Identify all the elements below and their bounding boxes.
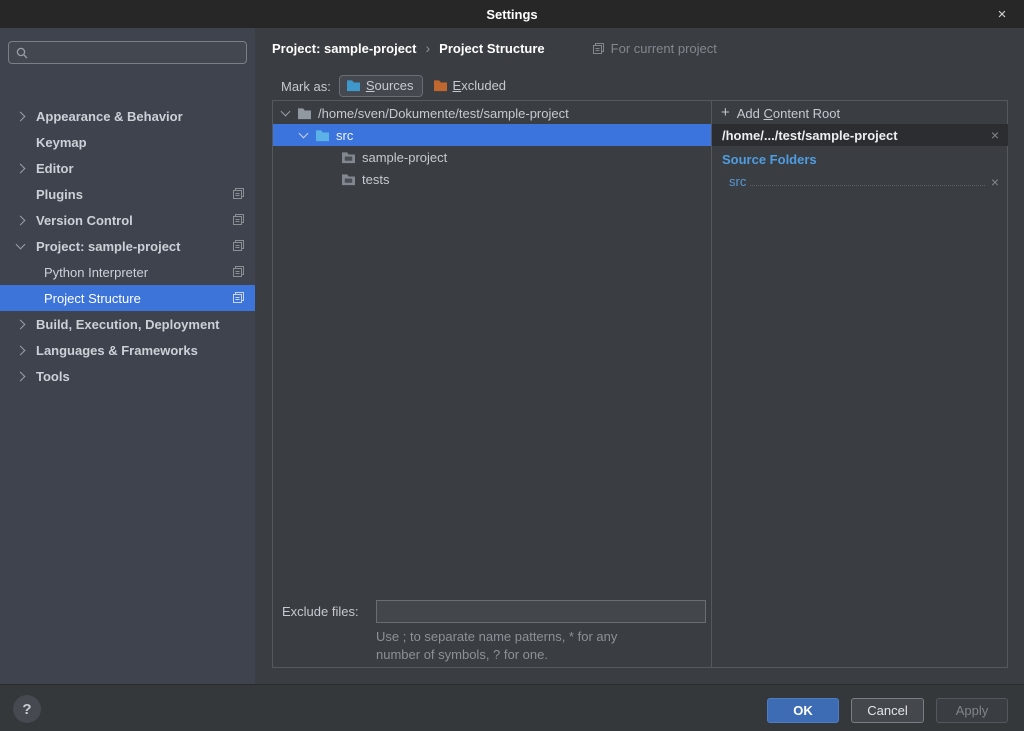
dotted-leader — [750, 185, 984, 186]
chevron-right-icon — [15, 111, 25, 121]
chevron-right-icon — [15, 319, 25, 329]
sidebar-item-appearance-behavior[interactable]: Appearance & Behavior — [0, 103, 255, 129]
breadcrumb-separator: › — [426, 40, 431, 56]
settings-search[interactable] — [8, 41, 247, 64]
project-scope-icon — [232, 187, 245, 203]
titlebar: Settings × — [0, 0, 1024, 28]
sidebar-item-editor[interactable]: Editor — [0, 155, 255, 181]
add-content-root-button[interactable]: + Add Content Root — [721, 106, 840, 121]
sidebar-item-build-execution-deployment[interactable]: Build, Execution, Deployment — [0, 311, 255, 337]
project-scope-icon — [232, 213, 245, 229]
sidebar-item-python-interpreter[interactable]: Python Interpreter — [0, 259, 255, 285]
tree-row-sample-project[interactable]: sample-project — [273, 146, 711, 168]
sidebar-item-version-control[interactable]: Version Control — [0, 207, 255, 233]
mark-excluded-button[interactable]: Excluded — [431, 76, 514, 96]
sidebar-item-languages-frameworks[interactable]: Languages & Frameworks — [0, 337, 255, 363]
mark-sources-button[interactable]: Sources — [339, 75, 423, 97]
exclude-files-input[interactable] — [376, 600, 706, 623]
chevron-down-icon — [15, 240, 25, 250]
breadcrumb-project[interactable]: Project: sample-project — [272, 41, 417, 56]
source-folders-title: Source Folders — [722, 152, 817, 167]
window-title: Settings — [486, 7, 537, 22]
apply-button[interactable]: Apply — [936, 698, 1008, 723]
sidebar-item-tools[interactable]: Tools — [0, 363, 255, 389]
project-scope-icon — [232, 291, 245, 307]
dialog-footer: ? OK Cancel Apply — [0, 684, 1024, 731]
tree-row-content-root[interactable]: /home/sven/Dokumente/test/sample-project — [273, 102, 711, 124]
exclude-files-label: Exclude files: — [282, 604, 359, 619]
chevron-right-icon — [15, 345, 25, 355]
remove-content-root-icon[interactable]: × — [982, 127, 1008, 143]
project-structure-panel: /home/sven/Dokumente/test/sample-project… — [272, 100, 1008, 668]
sidebar-item-project-structure[interactable]: Project Structure — [0, 285, 255, 311]
panel-divider — [711, 101, 712, 667]
sidebar-item-keymap[interactable]: Keymap — [0, 129, 255, 155]
breadcrumb: Project: sample-project › Project Struct… — [272, 39, 717, 57]
chevron-down-icon — [298, 129, 308, 139]
source-folder-row[interactable]: src × — [729, 170, 1001, 190]
exclude-files-hint-line2: number of symbols, ? for one. — [376, 646, 548, 664]
sidebar-item-plugins[interactable]: Plugins — [0, 181, 255, 207]
source-folder-icon — [315, 129, 330, 142]
project-scope-icon — [592, 42, 605, 55]
content-root-row[interactable]: /home/.../test/sample-project × — [712, 124, 1008, 146]
for-current-project-note: For current project — [592, 41, 717, 56]
mark-as-label: Mark as: — [281, 79, 331, 94]
project-scope-icon — [232, 239, 245, 255]
exclude-files-hint-line1: Use ; to separate name patterns, * for a… — [376, 628, 617, 646]
excluded-folder-icon — [433, 79, 448, 92]
tree-row-tests[interactable]: tests — [273, 168, 711, 190]
plus-icon: + — [721, 104, 730, 121]
breadcrumb-project-structure: Project Structure — [439, 41, 544, 56]
source-folder-name: src — [729, 174, 746, 190]
sources-folder-icon — [346, 79, 361, 92]
search-icon — [15, 46, 29, 60]
mark-as-toolbar: Mark as: Sources Excluded — [281, 73, 514, 99]
folder-icon — [297, 107, 312, 120]
tree-row-src[interactable]: src — [273, 124, 711, 146]
content-root-path: /home/.../test/sample-project — [722, 128, 982, 143]
help-button[interactable]: ? — [13, 695, 41, 723]
close-icon[interactable]: × — [990, 0, 1014, 28]
folder-icon — [341, 151, 356, 164]
settings-sidebar: Appearance & Behavior Keymap Editor Plug… — [0, 28, 255, 684]
cancel-button[interactable]: Cancel — [851, 698, 924, 723]
chevron-down-icon — [280, 107, 290, 117]
chevron-right-icon — [15, 215, 25, 225]
project-scope-icon — [232, 265, 245, 281]
remove-source-folder-icon[interactable]: × — [989, 174, 1001, 190]
sidebar-item-project-sample-project[interactable]: Project: sample-project — [0, 233, 255, 259]
folder-icon — [341, 173, 356, 186]
ok-button[interactable]: OK — [767, 698, 839, 723]
chevron-right-icon — [15, 163, 25, 173]
chevron-right-icon — [15, 371, 25, 381]
